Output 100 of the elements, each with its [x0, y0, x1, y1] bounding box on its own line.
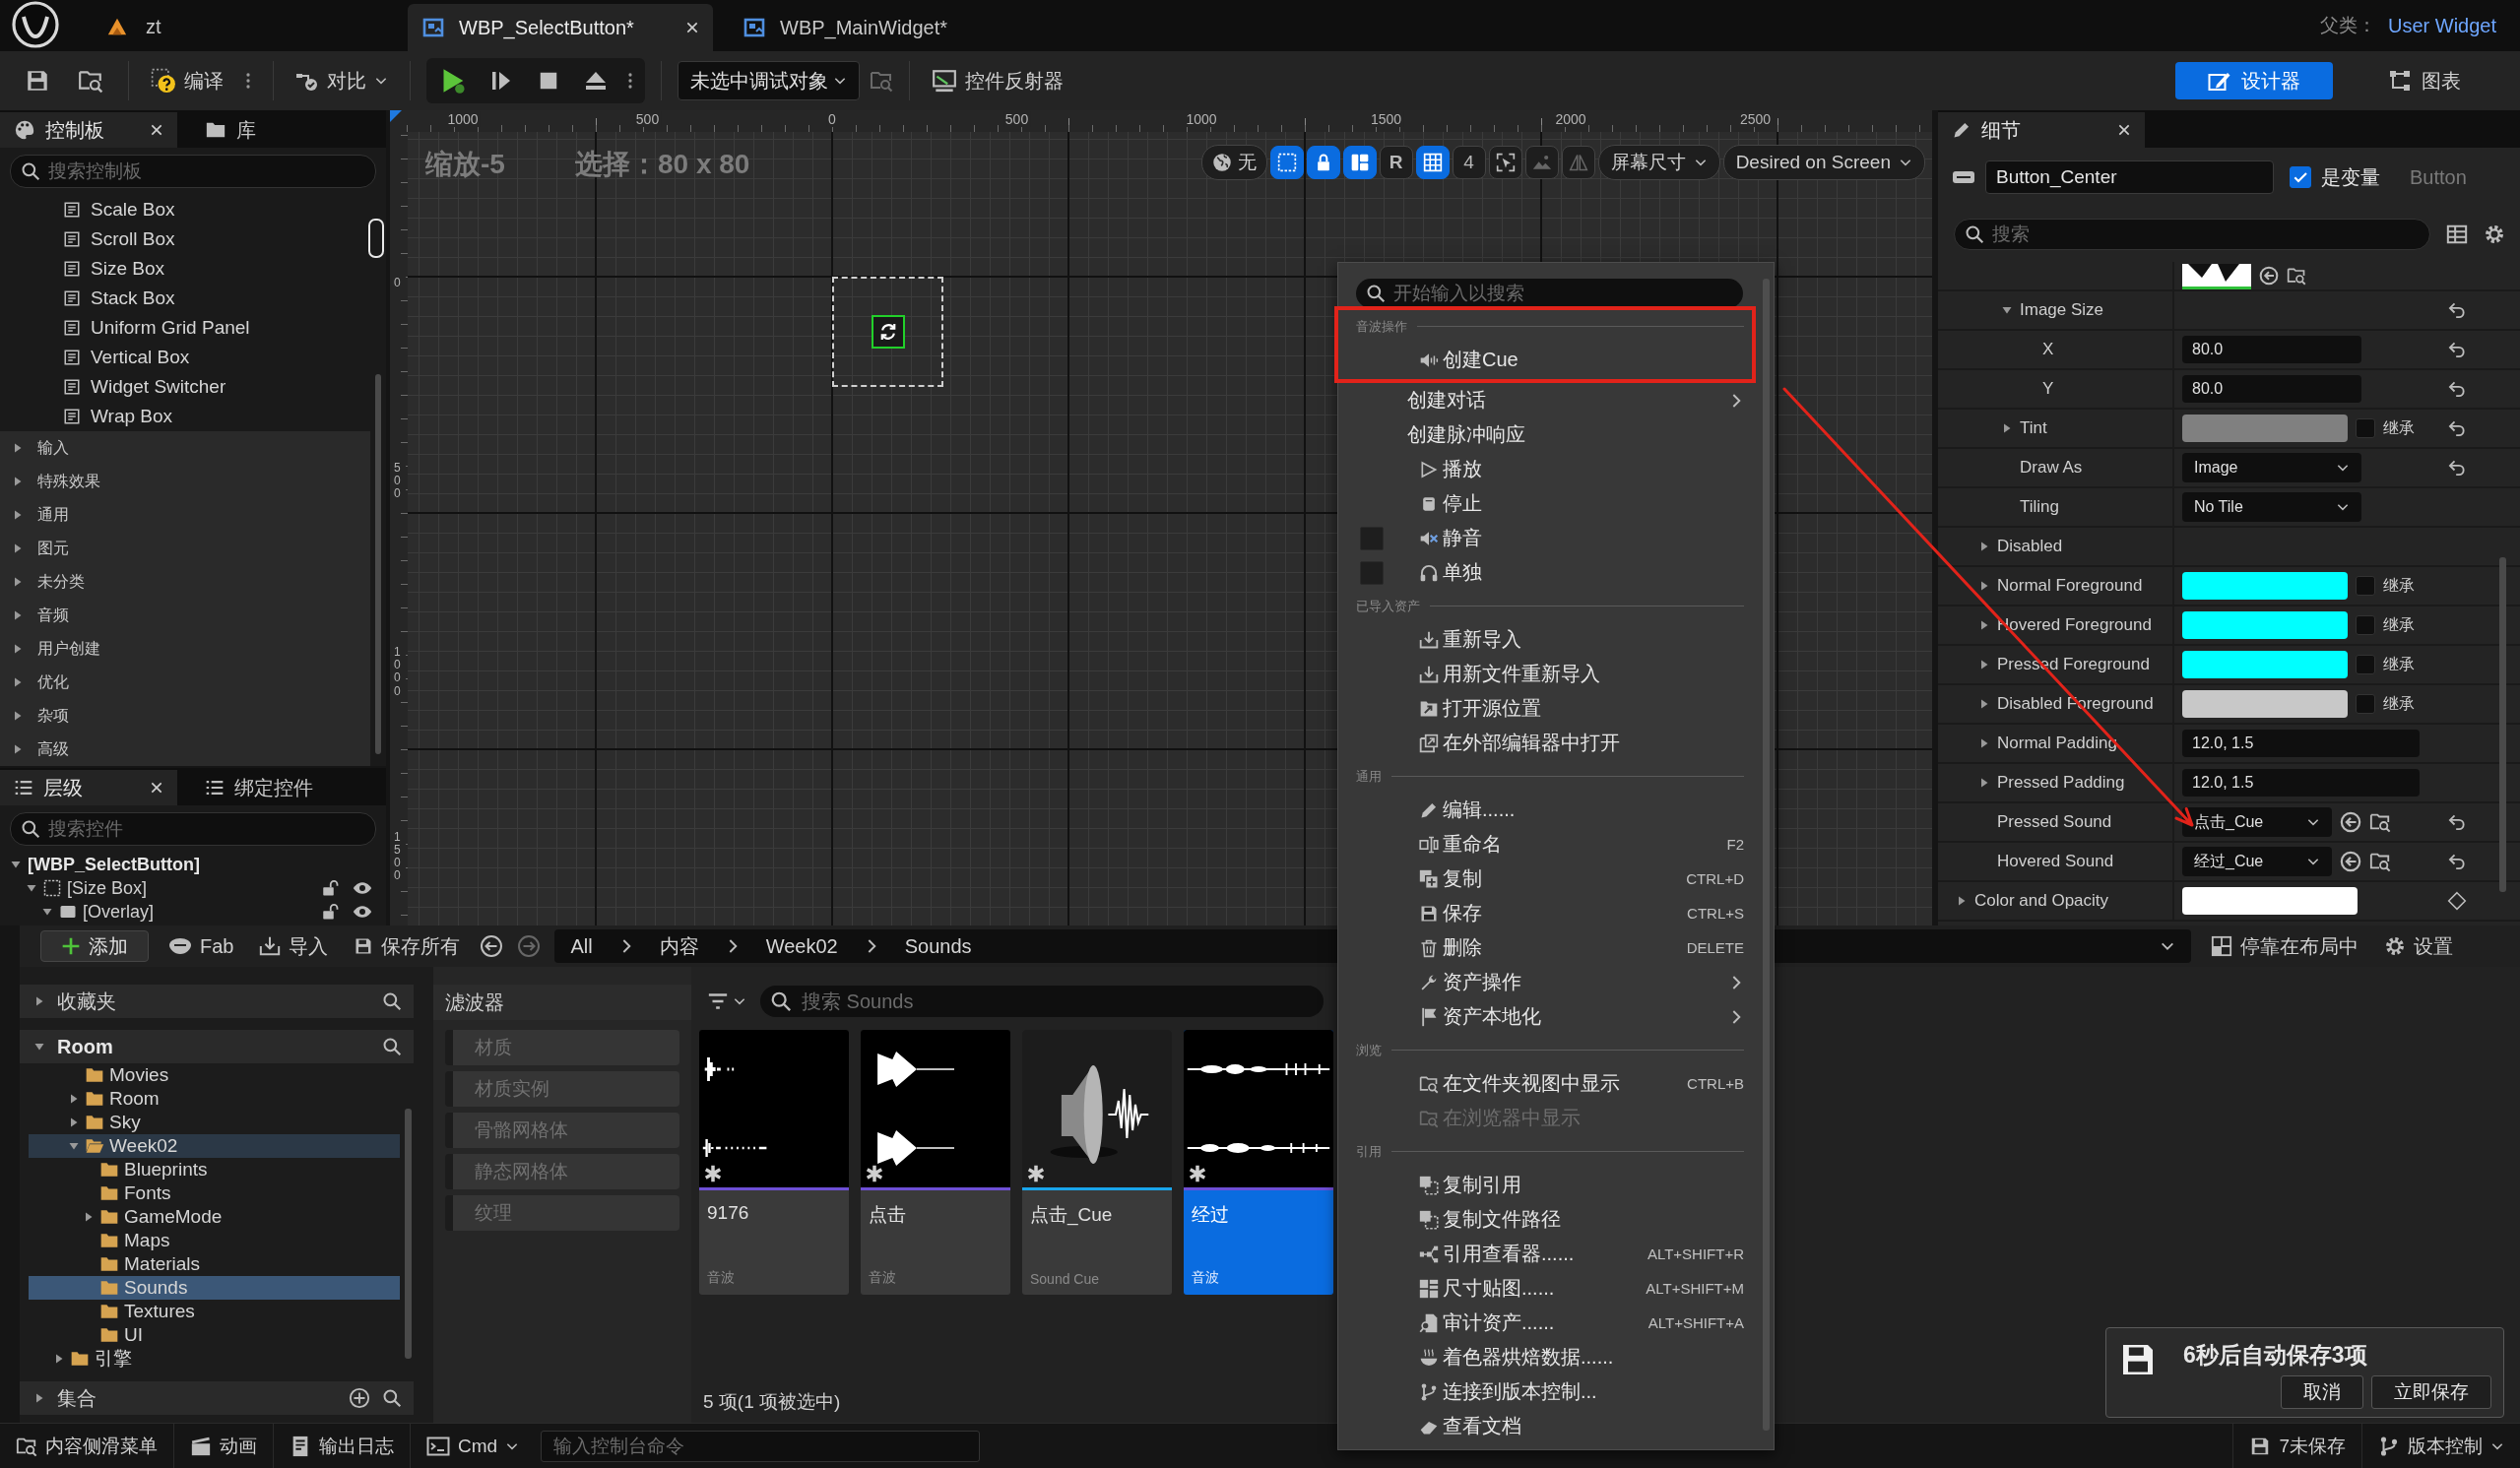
toast-button[interactable]: 取消	[2281, 1375, 2363, 1409]
toast-button[interactable]: 立即保存	[2371, 1375, 2491, 1409]
arrow-right-icon[interactable]	[33, 995, 45, 1007]
arrow-right-icon[interactable]	[12, 676, 24, 688]
plus-circle-icon[interactable]	[349, 1387, 370, 1409]
arrow-right-icon[interactable]	[1978, 698, 1990, 710]
category-item[interactable]: 高级	[0, 733, 370, 766]
section-header[interactable]: Room	[20, 1030, 414, 1063]
folder-item[interactable]: Materials	[29, 1252, 400, 1276]
folder-item[interactable]: 引擎	[29, 1347, 400, 1371]
selected-widget-frame[interactable]	[832, 277, 943, 387]
compile-button[interactable]: 编译	[145, 59, 229, 102]
close-icon[interactable]	[2117, 123, 2131, 137]
asset-tile[interactable]: 点击 音波	[861, 1030, 1010, 1295]
arrow-right-icon[interactable]	[12, 710, 24, 722]
panel-tab[interactable]: 控制板	[0, 112, 177, 148]
scrollbar-thumb[interactable]	[2499, 557, 2506, 892]
arrow-down-icon[interactable]	[26, 882, 37, 894]
console-input[interactable]: 输入控制台命令	[541, 1431, 981, 1462]
arrow-down-icon[interactable]	[2001, 304, 2013, 316]
checkbox[interactable]	[2356, 694, 2375, 714]
arrow-right-icon[interactable]	[1978, 580, 1990, 592]
category-item[interactable]: 特殊效果	[0, 465, 370, 498]
menu-item[interactable]: 连接到版本控制...	[1338, 1374, 1774, 1409]
arrow-right-icon[interactable]	[12, 543, 24, 554]
arrow-right-icon[interactable]	[12, 476, 24, 487]
dropdown[interactable]: Image	[2182, 453, 2361, 482]
folder-search-icon[interactable]	[2369, 811, 2391, 833]
menu-item[interactable]: 打开源位置	[1338, 691, 1774, 726]
folder-item[interactable]: Week02	[29, 1134, 400, 1158]
checkbox[interactable]	[2290, 166, 2311, 188]
view-toggle-button[interactable]	[1524, 146, 1559, 179]
view-toggle-button[interactable]: R	[1379, 146, 1413, 179]
scroll-handle[interactable]	[368, 219, 384, 258]
fab-button[interactable]: Fab	[162, 925, 240, 968]
category-item[interactable]: 未分类	[0, 565, 370, 599]
folder-search-icon[interactable]	[2287, 266, 2306, 286]
folder-item[interactable]: Blueprints	[29, 1158, 400, 1181]
folder-item[interactable]: Fonts	[29, 1181, 400, 1205]
reset-icon[interactable]	[2447, 379, 2467, 399]
arrow-right-icon[interactable]	[12, 509, 24, 521]
checkbox[interactable]	[1360, 526, 1384, 550]
screen-size-dropdown[interactable]: 屏幕尺寸	[1597, 145, 1720, 180]
search-icon[interactable]	[382, 991, 402, 1011]
folder-item[interactable]: UI	[29, 1323, 400, 1347]
asset-tile[interactable]: 经过 音波	[1184, 1030, 1333, 1295]
breadcrumb-item[interactable]: Sounds	[904, 934, 972, 958]
arrow-right-icon[interactable]	[1978, 541, 1990, 552]
search-field[interactable]: 搜索	[1954, 219, 2430, 250]
document-tab[interactable]: WBP_SelectButton*	[408, 4, 713, 51]
debug-target-dropdown[interactable]: 未选中调试对象	[678, 61, 860, 100]
arrow-right-icon[interactable]	[12, 643, 24, 655]
folder-search-icon[interactable]	[2369, 851, 2391, 872]
parent-class-link[interactable]: User Widget	[2387, 14, 2496, 37]
value-field[interactable]: 12.0, 1.5	[2182, 730, 2420, 757]
checkbox[interactable]	[2356, 615, 2375, 635]
mode-button[interactable]: 设计器	[2175, 62, 2333, 99]
color-swatch[interactable]	[2182, 611, 2348, 639]
diff-button[interactable]: 对比	[290, 59, 394, 102]
reset-icon[interactable]	[2447, 852, 2467, 871]
hierarchy-item[interactable]: [Overlay]	[0, 900, 386, 924]
output-log-button[interactable]: 输出日志	[274, 1424, 411, 1468]
panel-tab[interactable]: 细节	[1938, 112, 2145, 148]
arrow-right-icon[interactable]	[1978, 619, 1990, 631]
menu-item[interactable]: 在文件夹视图中显示 CTRL+B	[1338, 1066, 1774, 1101]
view-toggle-button[interactable]: 4	[1452, 146, 1486, 179]
color-swatch[interactable]	[2182, 887, 2358, 915]
menu-item[interactable]: 创建对话	[1338, 383, 1774, 417]
menu-item[interactable]: 静音	[1338, 521, 1774, 555]
dock-button[interactable]: 停靠在布局中	[2205, 925, 2365, 968]
menu-item[interactable]: 重命名 F2	[1338, 827, 1774, 862]
folder-item[interactable]: GameMode	[29, 1205, 400, 1229]
widget-reflector-button[interactable]: 控件反射器	[926, 59, 1069, 102]
reset-icon[interactable]	[2447, 300, 2467, 320]
menu-item[interactable]: 资产操作	[1338, 965, 1774, 999]
reset-icon[interactable]	[2447, 812, 2467, 832]
search-icon[interactable]	[382, 1388, 402, 1408]
menu-item[interactable]: 资产本地化	[1338, 999, 1774, 1034]
scrollbar-thumb[interactable]	[405, 1109, 412, 1359]
menu-item[interactable]: 停止	[1338, 486, 1774, 521]
menu-item[interactable]: 复制引用	[1338, 1168, 1774, 1202]
menu-item[interactable]: 用新文件重新导入	[1338, 657, 1774, 691]
arrow-down-icon[interactable]	[41, 906, 53, 918]
document-tab[interactable]: WBP_MainWidget*	[729, 4, 962, 51]
open-lock-icon[interactable]	[321, 903, 339, 921]
view-toggle-button[interactable]	[1342, 146, 1377, 179]
import-button[interactable]: 导入	[253, 925, 335, 968]
panel-tab[interactable]: 绑定控件	[191, 770, 327, 805]
menu-item[interactable]: 重新导入	[1338, 622, 1774, 657]
hierarchy-item[interactable]: [WBP_SelectButton]	[0, 853, 386, 876]
color-swatch[interactable]	[2182, 415, 2348, 442]
reset-icon[interactable]	[2447, 340, 2467, 359]
arrow-right-icon[interactable]	[68, 1117, 80, 1128]
arrow-down-icon[interactable]	[68, 1140, 80, 1152]
asset-dropdown[interactable]: 点击_Cue	[2182, 807, 2332, 837]
menu-item[interactable]: 删除 DELETE	[1338, 930, 1774, 965]
palette-item[interactable]: Vertical Box	[0, 343, 386, 372]
category-item[interactable]: 通用	[0, 498, 370, 532]
section-header[interactable]: 集合	[20, 1381, 414, 1415]
palette-item[interactable]: Size Box	[0, 254, 386, 284]
